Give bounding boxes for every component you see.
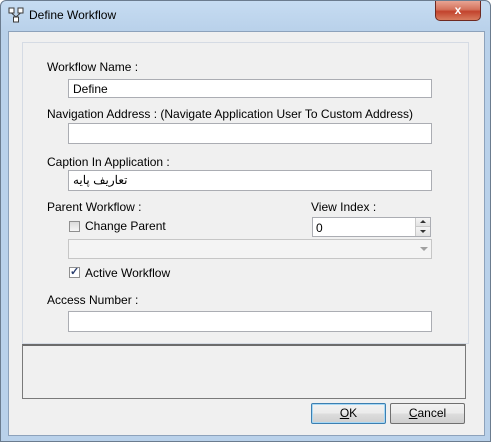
- window-title: Define Workflow: [29, 8, 117, 22]
- workflow-icon: [8, 7, 24, 23]
- spin-up-icon[interactable]: [416, 218, 430, 227]
- access-number-input[interactable]: [68, 311, 432, 332]
- navigation-address-input[interactable]: [68, 123, 432, 144]
- spin-down-icon[interactable]: [416, 227, 430, 236]
- dialog-client-area: Workflow Name : Define Navigation Addres…: [8, 31, 485, 436]
- close-button[interactable]: x: [435, 1, 481, 21]
- parent-workflow-label: Parent Workflow :: [47, 200, 142, 214]
- bottom-panel: [22, 344, 466, 399]
- spinner-buttons: [415, 218, 430, 236]
- workflow-name-label: Workflow Name :: [47, 60, 139, 74]
- access-number-label: Access Number :: [47, 293, 139, 307]
- caption-input[interactable]: تعاريف پايه: [68, 170, 432, 191]
- workflow-name-input[interactable]: Define: [68, 79, 432, 98]
- define-workflow-window: Define Workflow x Workflow Name : Define…: [0, 0, 491, 442]
- ok-mnemonic: O: [339, 406, 350, 420]
- view-index-label: View Index :: [311, 200, 377, 214]
- change-parent-checkbox[interactable]: [69, 221, 80, 232]
- chevron-down-icon: [420, 247, 428, 251]
- change-parent-label[interactable]: Change Parent: [85, 219, 166, 233]
- parent-workflow-combo[interactable]: [68, 239, 432, 259]
- view-index-value: 0: [316, 221, 323, 235]
- cancel-button[interactable]: Cancel: [390, 403, 465, 424]
- caption-label: Caption In Application :: [47, 155, 170, 169]
- view-index-spinner[interactable]: 0: [312, 217, 431, 237]
- title-bar[interactable]: Define Workflow x: [1, 1, 490, 31]
- ok-button[interactable]: OK: [311, 403, 386, 424]
- active-workflow-label[interactable]: Active Workflow: [85, 266, 170, 280]
- cancel-label: ancel: [417, 406, 447, 420]
- ok-label: K: [349, 406, 358, 420]
- close-icon: x: [454, 3, 462, 17]
- active-workflow-checkbox[interactable]: [69, 265, 80, 278]
- navigation-address-label: Navigation Address : (Navigate Applicati…: [47, 107, 413, 121]
- form-panel: Workflow Name : Define Navigation Addres…: [22, 42, 469, 344]
